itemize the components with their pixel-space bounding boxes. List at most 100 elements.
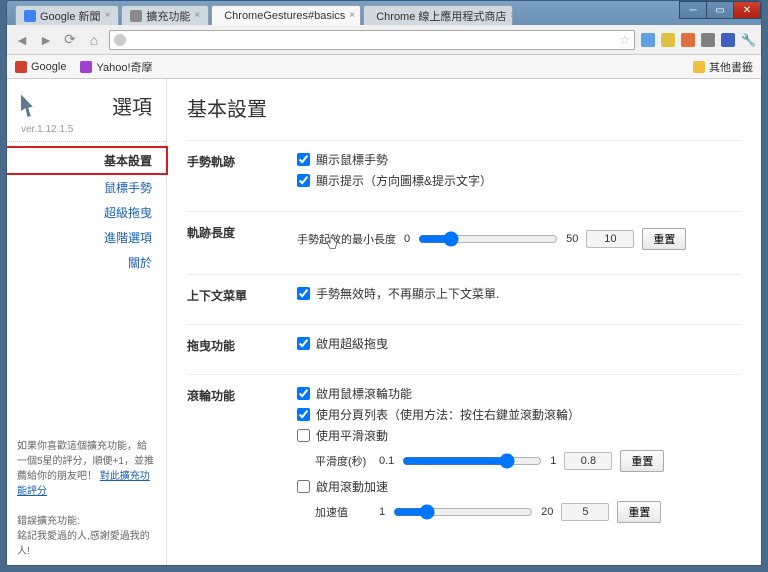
- ext-icon[interactable]: [661, 33, 675, 47]
- tab-label: 擴充功能: [146, 8, 190, 24]
- section-label: 軌跡長度: [187, 222, 297, 256]
- show-hint-checkbox[interactable]: [297, 174, 310, 187]
- tab-extensions[interactable]: 擴充功能 ×: [121, 5, 209, 25]
- ext-icon[interactable]: [681, 33, 695, 47]
- show-hint-label: 顯示提示（方向圖標&提示文字）: [316, 172, 492, 189]
- smooth-slider[interactable]: [402, 453, 542, 469]
- show-trail-label: 顯示鼠標手勢: [316, 151, 388, 168]
- cursor-icon: [21, 95, 39, 117]
- close-icon[interactable]: ×: [194, 10, 200, 21]
- favicon-icon: [130, 10, 142, 22]
- footer-text3: 銘記我愛過的人,感謝愛過我的人!: [17, 531, 150, 557]
- version-label: ver.1.12.1.5: [7, 124, 166, 142]
- folder-icon: [693, 61, 705, 73]
- window-close-button[interactable]: ✕: [733, 1, 761, 19]
- home-button[interactable]: ⌂: [85, 31, 103, 49]
- bookmark-yahoo[interactable]: Yahoo!奇摩: [80, 59, 152, 75]
- reload-button[interactable]: ⟳: [61, 31, 79, 49]
- section-label: 滾輪功能: [187, 385, 297, 529]
- nav-super-drag[interactable]: 超級拖曳: [7, 200, 166, 225]
- slider-label: 手勢起效的最小長度: [297, 231, 396, 247]
- maximize-button[interactable]: ▭: [706, 1, 734, 19]
- smooth-label: 使用平滑滾動: [316, 427, 388, 444]
- forward-button[interactable]: ►: [37, 31, 55, 49]
- section-context-menu: 上下文菜單 手勢無效時，不再顯示上下文菜單.: [187, 274, 741, 324]
- enable-scroll-label: 啟用鼠標滾輪功能: [316, 385, 412, 402]
- bookmarks-bar: Google Yahoo!奇摩 其他書籤: [7, 55, 761, 79]
- show-trail-checkbox[interactable]: [297, 153, 310, 166]
- sidebar-title: 選項: [112, 91, 152, 120]
- section-scroll: 滾輪功能 啟用鼠標滾輪功能 使用分頁列表（使用方法：按住右鍵並滾動滾輪） 使用平…: [187, 374, 741, 547]
- enable-drag-checkbox[interactable]: [297, 337, 310, 350]
- other-bookmarks-label: 其他書籤: [709, 59, 753, 75]
- sidebar: 選項 ver.1.12.1.5 基本設置 鼠標手勢 超級拖曳 進階選項 關於 如…: [7, 79, 167, 565]
- accel-val-label: 加速值: [315, 504, 371, 520]
- tab-chromegestures[interactable]: ChromeGestures#basics ×: [211, 5, 361, 25]
- content-area: 選項 ver.1.12.1.5 基本設置 鼠標手勢 超級拖曳 進階選項 關於 如…: [7, 79, 761, 565]
- accel-value: 5: [561, 503, 609, 521]
- bookmark-google[interactable]: Google: [15, 61, 66, 73]
- section-drag: 拖曳功能 啟用超級拖曳: [187, 324, 741, 374]
- tab-google-news[interactable]: Google 新聞 ×: [15, 5, 119, 25]
- context-menu-checkbox[interactable]: [297, 287, 310, 300]
- address-bar[interactable]: ☆: [109, 30, 635, 50]
- bookmark-icon: [80, 61, 92, 73]
- sidebar-header: 選項: [7, 79, 166, 124]
- window-buttons: ─ ▭ ✕: [680, 1, 761, 19]
- minimize-button[interactable]: ─: [679, 1, 707, 19]
- back-button[interactable]: ◄: [13, 31, 31, 49]
- sidebar-footer: 如果你喜歡這個擴充功能，給一個5星的評分，順便+1，並推薦給你的朋友吧！ 對此擴…: [7, 433, 166, 565]
- section-label: 上下文菜單: [187, 285, 297, 306]
- wrench-icon[interactable]: 🔧: [741, 33, 755, 47]
- smooth-deg-label: 平滑度(秒): [315, 453, 371, 469]
- page-list-label: 使用分頁列表（使用方法：按住右鍵並滾動滾輪）: [316, 406, 580, 423]
- close-icon[interactable]: ×: [349, 10, 355, 21]
- page-list-checkbox[interactable]: [297, 408, 310, 421]
- context-menu-label: 手勢無效時，不再顯示上下文菜單.: [316, 285, 499, 302]
- ext-icon[interactable]: [641, 33, 655, 47]
- reset-button[interactable]: 重置: [642, 228, 686, 250]
- bookmark-label: Yahoo!奇摩: [96, 59, 152, 75]
- toolbar-actions: 🔧: [641, 33, 755, 47]
- section-label: 拖曳功能: [187, 335, 297, 356]
- section-gesture-trail: 手勢軌跡 顯示鼠標手勢 顯示提示（方向圖標&提示文字）: [187, 140, 741, 211]
- nav-mouse-gestures[interactable]: 鼠標手勢: [7, 175, 166, 200]
- footer-text2: 錯誤擴充功能:: [17, 516, 80, 527]
- favicon-icon: [24, 10, 36, 22]
- other-bookmarks[interactable]: 其他書籤: [693, 59, 753, 75]
- enable-scroll-checkbox[interactable]: [297, 387, 310, 400]
- nav-basic-settings[interactable]: 基本設置: [7, 146, 168, 175]
- reset-button[interactable]: 重置: [617, 501, 661, 523]
- smooth-checkbox[interactable]: [297, 429, 310, 442]
- toolbar: ◄ ► ⟳ ⌂ ☆ 🔧: [7, 25, 761, 55]
- trail-length-slider[interactable]: [418, 231, 558, 247]
- nav-advanced[interactable]: 進階選項: [7, 225, 166, 250]
- slider-min: 0: [404, 233, 410, 245]
- reset-button[interactable]: 重置: [620, 450, 664, 472]
- nav-list: 基本設置 鼠標手勢 超級拖曳 進階選項 關於: [7, 142, 166, 279]
- omnibox-input[interactable]: [130, 34, 615, 46]
- tab-label: Chrome 線上應用程式商店: [376, 8, 506, 24]
- tab-webstore[interactable]: Chrome 線上應用程式商店 ×: [363, 5, 513, 25]
- smooth-max: 1: [550, 455, 556, 467]
- page-title: 基本設置: [187, 93, 741, 122]
- accel-checkbox[interactable]: [297, 480, 310, 493]
- bookmark-label: Google: [31, 61, 66, 73]
- nav-about[interactable]: 關於: [7, 250, 166, 275]
- ext-icon[interactable]: [721, 33, 735, 47]
- smooth-min: 0.1: [379, 455, 394, 467]
- star-icon[interactable]: ☆: [619, 33, 630, 47]
- smooth-value: 0.8: [564, 452, 612, 470]
- accel-slider[interactable]: [393, 504, 533, 520]
- accel-max: 20: [541, 506, 553, 518]
- close-icon[interactable]: ×: [510, 10, 513, 21]
- trail-length-value: 10: [586, 230, 634, 248]
- slider-max: 50: [566, 233, 578, 245]
- ext-icon[interactable]: [701, 33, 715, 47]
- main-panel: 基本設置 手勢軌跡 顯示鼠標手勢 顯示提示（方向圖標&提示文字） 軌跡長度: [167, 79, 761, 565]
- globe-icon: [114, 34, 126, 46]
- tab-strip: Google 新聞 × 擴充功能 × ChromeGestures#basics…: [7, 1, 761, 25]
- accel-min: 1: [379, 506, 385, 518]
- close-icon[interactable]: ×: [105, 10, 111, 21]
- section-trail-length: 軌跡長度 手勢起效的最小長度 0 50 10 重置: [187, 211, 741, 274]
